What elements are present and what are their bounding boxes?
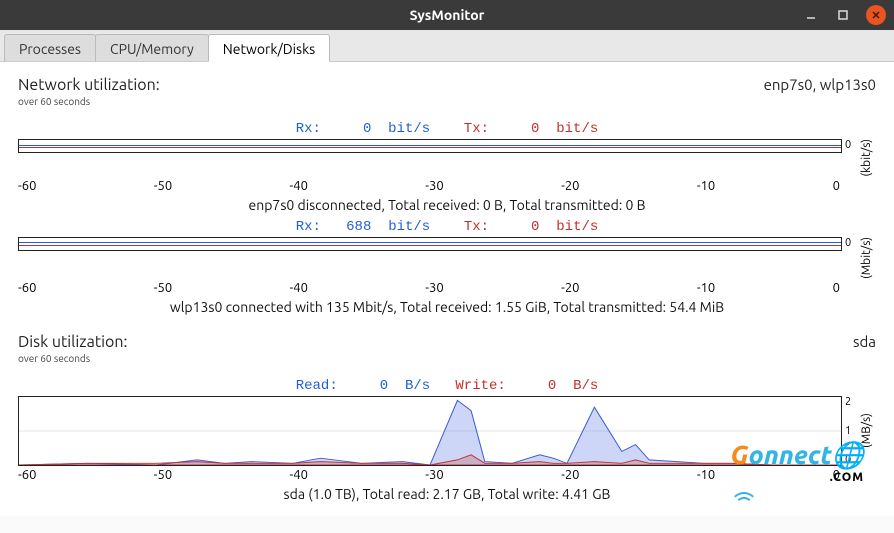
enp7s0-xaxis: -60-50-40-30-20-100: [18, 179, 840, 193]
rx-label: Rx:: [296, 121, 321, 137]
wlp13s0-xaxis: -60-50-40-30-20-100: [18, 281, 840, 295]
enp7s0-legend: Rx: 0 bit/s Tx: 0 bit/s: [18, 121, 876, 137]
sda-chart-svg: [19, 397, 841, 465]
window-title: SysMonitor: [410, 7, 485, 23]
tx-line: [19, 245, 841, 246]
disk-chart-sda: Read: 0 B/s Write: 0 B/s 2 1 0 (MB/s) -6…: [18, 378, 876, 502]
titlebar: SysMonitor: [0, 0, 894, 30]
rx-unit: bit/s: [388, 121, 430, 137]
sda-legend: Read: 0 B/s Write: 0 B/s: [18, 378, 876, 394]
rx-value: 688: [346, 219, 371, 235]
network-subhead: over 60 seconds: [18, 96, 876, 107]
tx-unit: bit/s: [556, 121, 598, 137]
tab-network-disks[interactable]: Network/Disks: [208, 34, 330, 62]
network-section-head: Network utilization: enp7s0, wlp13s0: [18, 76, 876, 94]
sda-chart: [18, 396, 842, 466]
disk-title: Disk utilization:: [18, 333, 127, 351]
enp7s0-summary: enp7s0 disconnected, Total received: 0 B…: [18, 197, 876, 213]
read-label: Read:: [296, 378, 338, 394]
wlp13s0-summary: wlp13s0 connected with 135 Mbit/s, Total…: [18, 299, 876, 315]
enp7s0-yaxis: 0: [842, 139, 860, 177]
rx-unit: bit/s: [388, 219, 430, 235]
wlp13s0-yunit: (Mbit/s): [860, 237, 876, 279]
network-title: Network utilization:: [18, 76, 160, 94]
network-chart-wlp13s0: Rx: 688 bit/s Tx: 0 bit/s 0 (Mbit/s) -60…: [18, 219, 876, 315]
tx-label: Tx:: [464, 121, 489, 137]
write-unit: B/s: [573, 378, 598, 394]
wlp13s0-legend: Rx: 688 bit/s Tx: 0 bit/s: [18, 219, 876, 235]
rx-line: [19, 242, 841, 243]
sda-xaxis: -60-50-40-30-20-100: [18, 468, 840, 482]
write-value: 0: [548, 378, 556, 394]
tx-label: Tx:: [464, 219, 489, 235]
write-label: Write:: [455, 378, 505, 394]
tab-cpu-memory[interactable]: CPU/Memory: [95, 34, 209, 61]
close-button[interactable]: [866, 5, 886, 25]
maximize-button[interactable]: [834, 6, 852, 24]
read-value: 0: [380, 378, 388, 394]
rx-label: Rx:: [296, 219, 321, 235]
rx-line: [19, 145, 841, 146]
disk-section-head: Disk utilization: sda: [18, 333, 876, 351]
sda-yunit: (MB/s): [860, 396, 876, 466]
tx-line: [19, 147, 841, 148]
network-devices: enp7s0, wlp13s0: [764, 76, 876, 93]
wlp13s0-yaxis: 0: [842, 237, 860, 279]
tab-processes[interactable]: Processes: [4, 34, 96, 61]
window-controls: [802, 5, 886, 25]
network-chart-enp7s0: Rx: 0 bit/s Tx: 0 bit/s 0 (kbit/s) -60-5…: [18, 121, 876, 213]
disk-subhead: over 60 seconds: [18, 353, 876, 364]
sda-yaxis: 2 1 0: [842, 396, 860, 466]
read-unit: B/s: [405, 378, 430, 394]
enp7s0-yunit: (kbit/s): [860, 139, 876, 177]
content-pane: Network utilization: enp7s0, wlp13s0 ove…: [0, 62, 894, 516]
disk-devices: sda: [853, 333, 876, 350]
sda-summary: sda (1.0 TB), Total read: 2.17 GB, Total…: [18, 486, 876, 502]
tx-unit: bit/s: [556, 219, 598, 235]
tabbar: Processes CPU/Memory Network/Disks: [0, 30, 894, 62]
wlp13s0-chart: [18, 237, 842, 251]
minimize-button[interactable]: [802, 6, 820, 24]
enp7s0-chart: [18, 139, 842, 153]
